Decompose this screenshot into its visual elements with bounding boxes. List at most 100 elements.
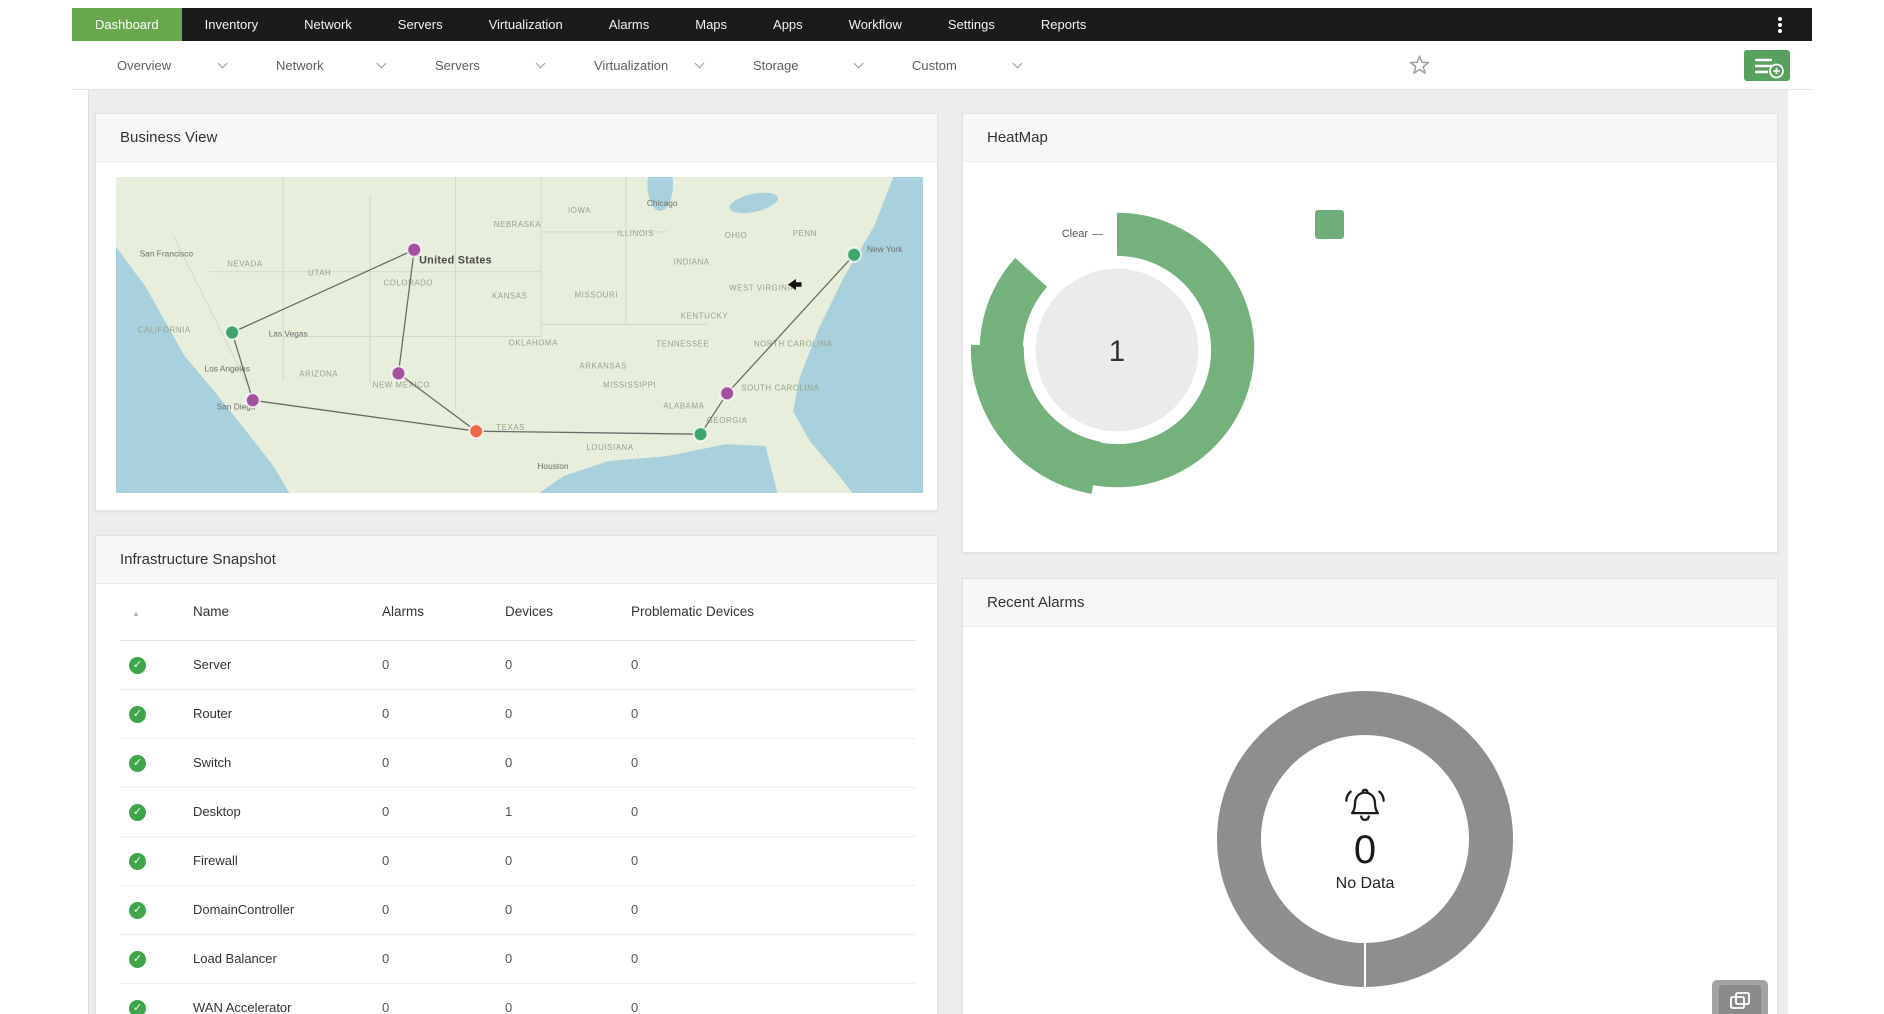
status-ok-icon: ✓ — [129, 754, 146, 772]
subnav-tab-virtualization[interactable]: Virtualization — [594, 58, 753, 73]
map-device-node[interactable] — [224, 324, 241, 341]
topnav-item-maps[interactable]: Maps — [672, 8, 750, 41]
heatmap-segment-label[interactable]: Clear — [1043, 228, 1103, 240]
sort-asc-icon[interactable]: ▲ — [120, 609, 140, 618]
dashboard-subnav: Overview Network Servers Virtualization Stor… — [72, 41, 1812, 90]
subnav-tabs: Overview Network Servers Virtualization Stor… — [117, 58, 1071, 73]
chevron-down-icon — [535, 58, 546, 69]
map-state-label: TENNESSEE — [656, 339, 709, 348]
status-ok-icon: ✓ — [129, 999, 146, 1014]
col-alarms[interactable]: Alarms — [382, 584, 505, 641]
topnav-item-dashboard[interactable]: Dashboard — [72, 8, 182, 41]
left-arrow-cursor-icon — [788, 279, 802, 290]
kebab-menu-icon — [1778, 22, 1782, 27]
map-state-label: GEORGIA — [707, 416, 748, 425]
star-icon — [1409, 55, 1430, 74]
add-dashboard-button[interactable] — [1744, 50, 1790, 81]
table-row[interactable]: ✓ Load Balancer 0 0 0 — [120, 934, 915, 984]
status-ok-icon: ✓ — [129, 656, 146, 674]
subnav-tab-storage[interactable]: Storage — [753, 58, 912, 73]
table-row[interactable]: ✓ WAN Accelerator 0 0 0 — [120, 983, 915, 1014]
map-device-node[interactable] — [719, 385, 736, 402]
map-state-label: INDIANA — [674, 258, 710, 267]
table-row[interactable]: ✓ Desktop 0 1 0 — [120, 787, 915, 837]
chevron-down-icon — [1012, 58, 1023, 69]
heatmap-center-value: 1 — [1109, 335, 1125, 368]
chevron-down-icon — [694, 58, 705, 69]
topnav-item-servers[interactable]: Servers — [375, 8, 466, 41]
col-name[interactable]: Name — [193, 584, 382, 641]
add-dashboard-icon — [1755, 58, 1784, 78]
card-title: Business View — [96, 114, 937, 162]
topnav-item-network[interactable]: Network — [281, 8, 375, 41]
map-city-label: New York — [867, 244, 903, 254]
more-menu-button[interactable] — [1778, 8, 1812, 41]
callout-line — [1092, 233, 1103, 235]
map-state-label: MISSISSIPPI — [603, 380, 656, 389]
status-ok-icon: ✓ — [129, 901, 146, 919]
top-nav: Dashboard Inventory Network Servers Virtuali… — [72, 8, 1812, 41]
map-state-label: TEXAS — [496, 423, 525, 432]
table-row[interactable]: ✓ Router 0 0 0 — [120, 689, 915, 739]
topnav-item-alarms[interactable]: Alarms — [586, 8, 672, 41]
map-state-label: OKLAHOMA — [509, 338, 558, 347]
map-state-label: KANSAS — [492, 292, 527, 301]
heatmap-legend-swatch[interactable] — [1315, 210, 1344, 239]
map-state-label: ILLINOIS — [617, 229, 654, 238]
subnav-tab-overview[interactable]: Overview — [117, 58, 276, 73]
heatmap-donut-chart[interactable]: 1 — [965, 198, 1269, 502]
map-state-label: SOUTH CAROLINA — [741, 383, 819, 392]
map-state-label: ARKANSAS — [579, 361, 627, 370]
card-title: HeatMap — [963, 114, 1777, 162]
status-ok-icon: ✓ — [129, 852, 146, 870]
map-state-label: COLORADO — [383, 279, 433, 288]
map-device-node[interactable] — [692, 426, 709, 443]
subnav-tab-custom[interactable]: Custom — [912, 58, 1071, 73]
topnav-item-workflow[interactable]: Workflow — [826, 8, 925, 41]
topnav-item-inventory[interactable]: Inventory — [182, 8, 281, 41]
map-device-node[interactable] — [390, 365, 407, 382]
map-state-label: NEBRASKA — [494, 220, 542, 229]
subnav-tab-network[interactable]: Network — [276, 58, 435, 73]
right-column: HeatMap 1 Clear Recent Alarms 0 No Data — [962, 113, 1778, 1014]
col-problematic[interactable]: Problematic Devices — [631, 584, 915, 641]
layers-icon — [1730, 992, 1750, 1009]
status-ok-icon: ✓ — [129, 950, 146, 968]
col-devices[interactable]: Devices — [505, 584, 631, 641]
recent-alarms-count: 0 — [1353, 828, 1377, 872]
table-row[interactable]: ✓ Switch 0 0 0 — [120, 738, 915, 788]
map-state-label: KENTUCKY — [681, 312, 729, 321]
infrastructure-tbody: ✓ Server 0 0 0 ✓ Router 0 0 0 ✓ Switch 0 0 0 ✓ Desktop 0 1… — [120, 640, 915, 1014]
favorite-button[interactable] — [1409, 55, 1430, 80]
card-title: Infrastructure Snapshot — [96, 536, 937, 584]
map-device-node[interactable] — [468, 423, 485, 440]
map-state-label: CALIFORNIA — [138, 325, 191, 334]
map-state-label: LOUISIANA — [586, 443, 633, 452]
map-device-node[interactable] — [846, 246, 862, 263]
table-row[interactable]: ✓ Firewall 0 0 0 — [120, 836, 915, 886]
topnav-item-virtualization[interactable]: Virtualization — [466, 8, 586, 41]
widget-stack-button[interactable] — [1712, 980, 1768, 1014]
map-device-node[interactable] — [406, 241, 423, 258]
chevron-down-icon — [376, 58, 387, 69]
topnav-item-settings[interactable]: Settings — [925, 8, 1018, 41]
business-view-map[interactable]: IOWA NEBRASKA ILLINOIS OHIO PENN INDIANA NEVAD… — [116, 177, 923, 493]
table-row[interactable]: ✓ DomainController 0 0 0 — [120, 885, 915, 935]
mouse-cursor — [786, 277, 803, 297]
map-city-label: Chicago — [647, 198, 678, 208]
infrastructure-table: ▲ Name Alarms Devices Problematic Device… — [120, 584, 915, 1014]
heatmap-card: HeatMap 1 Clear — [962, 113, 1778, 553]
left-column: Business View IOWA NEBRASKA ILLINOIS OHI… — [95, 113, 938, 1014]
infrastructure-card: Infrastructure Snapshot ▲ Name Alarms De… — [95, 535, 938, 1014]
screen: Dashboard Inventory Network Servers Virtuali… — [0, 0, 1884, 1014]
map-device-node[interactable] — [244, 392, 261, 409]
subnav-tab-servers[interactable]: Servers — [435, 58, 594, 73]
map-city-label: Las Vegas — [269, 328, 308, 338]
map-city-label: Houston — [537, 461, 568, 471]
map-state-label: ARIZONA — [299, 369, 338, 378]
topnav-item-reports[interactable]: Reports — [1018, 8, 1110, 41]
map-state-label: IOWA — [568, 206, 591, 215]
topnav-item-apps[interactable]: Apps — [750, 8, 826, 41]
table-row[interactable]: ✓ Server 0 0 0 — [120, 640, 915, 690]
map-state-label: ALABAMA — [663, 401, 704, 410]
